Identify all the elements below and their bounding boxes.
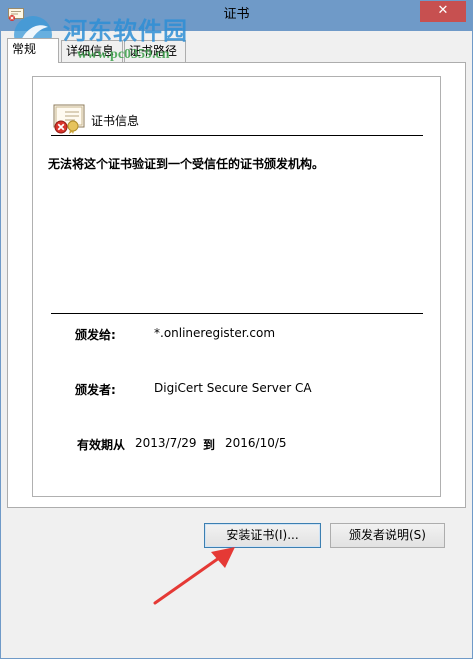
valid-from-value: 2013/7/29: [135, 436, 197, 450]
red-arrow-icon: [151, 541, 241, 611]
certificate-error-icon: [53, 103, 85, 135]
window-title: 证书: [223, 7, 250, 22]
title-bar[interactable]: 证书 ✕: [1, 1, 472, 31]
tab-details-label: 详细信息: [66, 44, 115, 58]
valid-to-value: 2016/10/5: [225, 436, 287, 450]
tab-certification-path-label: 证书路径: [129, 44, 178, 58]
validity-to-label: 到: [203, 438, 216, 452]
certificate-dialog: 证书 ✕ 常规 详细信息 证书路径 证书信息 无法将这个证书验证到一个受信任的证…: [0, 0, 473, 659]
tab-certification-path[interactable]: 证书路径: [124, 40, 186, 62]
issued-to-label: 颁发给:: [75, 328, 116, 342]
certificate-info-heading: 证书信息: [91, 114, 140, 128]
issuer-statement-button[interactable]: 颁发者说明(S): [330, 523, 445, 548]
verification-warning: 无法将这个证书验证到一个受信任的证书颁发机构。: [48, 157, 325, 171]
certificate-info-box: 证书信息 无法将这个证书验证到一个受信任的证书颁发机构。 颁发给: *.onli…: [32, 76, 441, 497]
general-tab-panel: 证书信息 无法将这个证书验证到一个受信任的证书颁发机构。 颁发给: *.onli…: [7, 62, 466, 508]
issued-by-value: DigiCert Secure Server CA: [154, 381, 312, 395]
tab-general-label: 常规: [12, 42, 37, 56]
issued-by-label: 颁发者:: [75, 383, 116, 397]
close-icon: ✕: [437, 3, 449, 18]
issued-to-value: *.onlineregister.com: [154, 326, 276, 340]
heading-divider: [51, 135, 423, 136]
validity-label: 有效期从: [77, 438, 126, 452]
tab-general[interactable]: 常规: [7, 38, 59, 63]
tab-details[interactable]: 详细信息: [61, 40, 123, 62]
details-divider: [51, 313, 423, 314]
close-button[interactable]: ✕: [420, 1, 466, 22]
install-certificate-button[interactable]: 安装证书(I)...: [204, 523, 321, 548]
